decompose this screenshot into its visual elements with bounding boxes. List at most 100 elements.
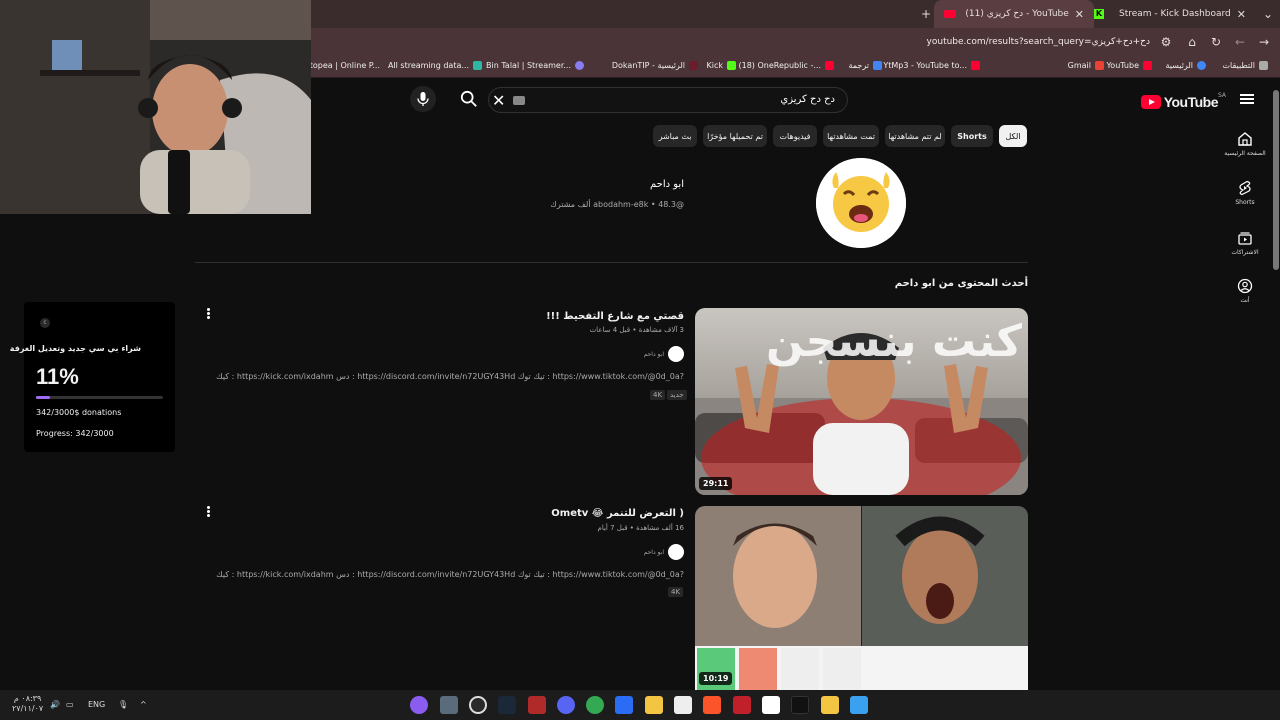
back-icon[interactable]: ← xyxy=(1232,34,1248,50)
bookmark-onerepublic[interactable]: (18) OneRepublic -... xyxy=(738,61,834,70)
streamer-icon xyxy=(575,61,584,70)
video-meta: 3 آلاف مشاهدة • قبل 4 ساعات xyxy=(589,326,684,334)
goal-progress-fill xyxy=(36,396,51,399)
youtube-icon xyxy=(944,10,956,18)
hamburger-menu-icon[interactable] xyxy=(1240,92,1254,106)
channel-avatar[interactable] xyxy=(816,158,906,248)
bookmark-gmail[interactable]: Gmail xyxy=(1068,61,1104,70)
search-icon[interactable] xyxy=(460,90,478,108)
tab-title: Stream - Kick Dashboard xyxy=(1118,9,1231,19)
home-icon xyxy=(1238,132,1252,146)
donation-goal-widget: c شراء بي سي جديد وتعديل الغرفة 11% 342/… xyxy=(10,302,175,452)
bookmark-label: All streaming data... xyxy=(387,61,469,70)
video-description: كيك : https://kick.com/ixdahm دس : https… xyxy=(216,372,684,381)
chip-live[interactable]: بث مباشر xyxy=(653,125,697,147)
video-more-options-icon[interactable] xyxy=(203,307,213,321)
sidebar-item-home[interactable]: الصفحة الرئيسية xyxy=(1220,131,1270,157)
video-title[interactable]: Ometv 😂 التعرض للتنمر ) xyxy=(551,508,684,519)
app-red-icon[interactable] xyxy=(733,696,751,714)
badge-4k: 4K xyxy=(668,587,684,597)
bookmark-ytmp3[interactable]: YtMp3 - YouTube to... xyxy=(883,61,980,70)
close-tab-icon[interactable]: ✕ xyxy=(1237,8,1246,21)
discord-icon[interactable] xyxy=(557,696,575,714)
goal-donations: 342/3000$ donations xyxy=(36,408,122,417)
video-channel[interactable]: ابو داحم xyxy=(644,544,684,560)
chip-videos[interactable]: فيديوهات xyxy=(773,125,817,147)
video-more-options-icon[interactable] xyxy=(203,505,213,519)
streaming-icon xyxy=(473,61,482,70)
bookmark-youtube[interactable]: YouTube xyxy=(1106,61,1152,70)
store-icon[interactable] xyxy=(821,696,839,714)
brave-icon[interactable] xyxy=(703,696,721,714)
capcut-icon[interactable] xyxy=(762,696,780,714)
subscriptions-icon xyxy=(1238,232,1252,245)
bookmark-label: Kick xyxy=(706,61,724,70)
folder-icon[interactable] xyxy=(645,696,663,714)
scrollbar-thumb[interactable] xyxy=(1273,90,1279,270)
clear-search-icon[interactable]: ✕ xyxy=(492,91,505,110)
page-scrollbar[interactable] xyxy=(1272,78,1280,690)
microphone-icon[interactable]: 🎙 xyxy=(118,700,128,709)
tray-expand-icon[interactable]: ^ xyxy=(140,700,147,709)
bookmark-apps[interactable]: التطبيقات xyxy=(1223,61,1268,70)
webcam-overlay xyxy=(0,0,311,214)
volume-icon[interactable]: 🔊 xyxy=(50,700,60,709)
document-icon[interactable] xyxy=(674,696,692,714)
site-settings-icon[interactable]: ⚙ xyxy=(1158,34,1174,50)
url-field[interactable]: youtube.com/results?search_query=دح+دح+ك… xyxy=(927,37,1150,47)
bookmark-allstreaming[interactable]: All streaming data... xyxy=(388,61,482,70)
app-a-icon[interactable] xyxy=(615,696,633,714)
obs-icon[interactable] xyxy=(469,696,487,714)
chip-watched[interactable]: تمت مشاهدتها xyxy=(823,125,879,147)
chip-shorts[interactable]: Shorts xyxy=(951,125,993,147)
display-icon[interactable]: ▭ xyxy=(66,700,74,709)
app-icon[interactable] xyxy=(440,696,458,714)
bookmark-kick[interactable]: Kick xyxy=(706,61,736,70)
region-code: SA xyxy=(1217,92,1226,99)
bookmark-label: (18) OneRepublic -... xyxy=(738,61,821,70)
video-channel[interactable]: ابو داحم xyxy=(644,346,684,362)
tab-list-button[interactable]: ⌄ xyxy=(1260,6,1276,22)
goal-progress-bar xyxy=(36,396,163,399)
video-title[interactable]: قصتي مع شارع التفحيط !!! xyxy=(546,311,684,322)
tab-youtube-search[interactable]: (11) دح كريزي - YouTube ✕ xyxy=(934,0,1094,28)
video-thumbnail[interactable]: كنت بنسجن 29:11 xyxy=(695,308,1028,495)
bookmark-translate[interactable]: ترجمة xyxy=(848,61,882,70)
sidebar-item-subscriptions[interactable]: الاشتراكات xyxy=(1220,230,1270,256)
video-thumbnail[interactable]: 10:19 xyxy=(695,506,1028,690)
voicemeeter-icon[interactable] xyxy=(528,696,546,714)
sidebar-item-you[interactable]: أنت xyxy=(1220,278,1270,304)
steam-icon[interactable] xyxy=(498,696,516,714)
channel-name[interactable]: ابو داحم xyxy=(650,179,684,190)
keyboard-icon[interactable] xyxy=(513,96,525,105)
reload-icon[interactable]: ↻ xyxy=(1208,34,1224,50)
chip-recently-uploaded[interactable]: تم تحميلها مؤخرًا xyxy=(703,125,767,147)
bookmark-bintalal[interactable]: Bin Talal | Streamer... xyxy=(486,61,584,70)
forward-icon[interactable]: → xyxy=(1256,34,1272,50)
video-description: كيك : https://kick.com/ixdahm دس : https… xyxy=(216,570,684,579)
thumbnail-image xyxy=(695,506,1028,690)
tab-title: (11) دح كريزي - YouTube xyxy=(965,9,1069,19)
language-indicator[interactable]: ENG xyxy=(88,700,105,709)
apps-grid-icon xyxy=(1259,61,1268,70)
search-input[interactable]: دح دح كريزي xyxy=(488,87,848,113)
tab-kick-dashboard[interactable]: K Stream - Kick Dashboard ✕ xyxy=(1084,0,1256,28)
bookmark-home[interactable]: الرئيسية xyxy=(1165,61,1206,70)
chrome-icon[interactable] xyxy=(586,696,604,714)
sidebar-item-shorts[interactable]: Shorts xyxy=(1220,180,1270,206)
youtube-logo[interactable]: YouTube SA xyxy=(1140,92,1226,110)
voice-search-icon[interactable] xyxy=(410,86,436,112)
windows-start-icon[interactable] xyxy=(850,696,868,714)
clock[interactable]: ٠٨:٣٩ م ٢٧/١١/٠٧ xyxy=(12,694,43,714)
new-tab-button[interactable]: + xyxy=(918,6,934,22)
home-button-icon[interactable]: ⌂ xyxy=(1184,34,1200,50)
tiktok-icon[interactable] xyxy=(791,696,809,714)
windows-taskbar: ٠٨:٣٩ م ٢٧/١١/٠٧ 🔊 ▭ ENG 🎙 ^ xyxy=(0,690,1280,720)
chip-unwatched[interactable]: لم تتم مشاهدتها xyxy=(885,125,945,147)
bookmark-dokantip[interactable]: DokanTIP - الرئيسية xyxy=(612,61,698,70)
bookmark-label: ترجمة xyxy=(848,61,870,70)
close-tab-icon[interactable]: ✕ xyxy=(1075,8,1084,21)
chip-all[interactable]: الكل xyxy=(999,125,1027,147)
cortana-icon[interactable] xyxy=(410,696,428,714)
logo-text: YouTube xyxy=(1163,94,1219,110)
